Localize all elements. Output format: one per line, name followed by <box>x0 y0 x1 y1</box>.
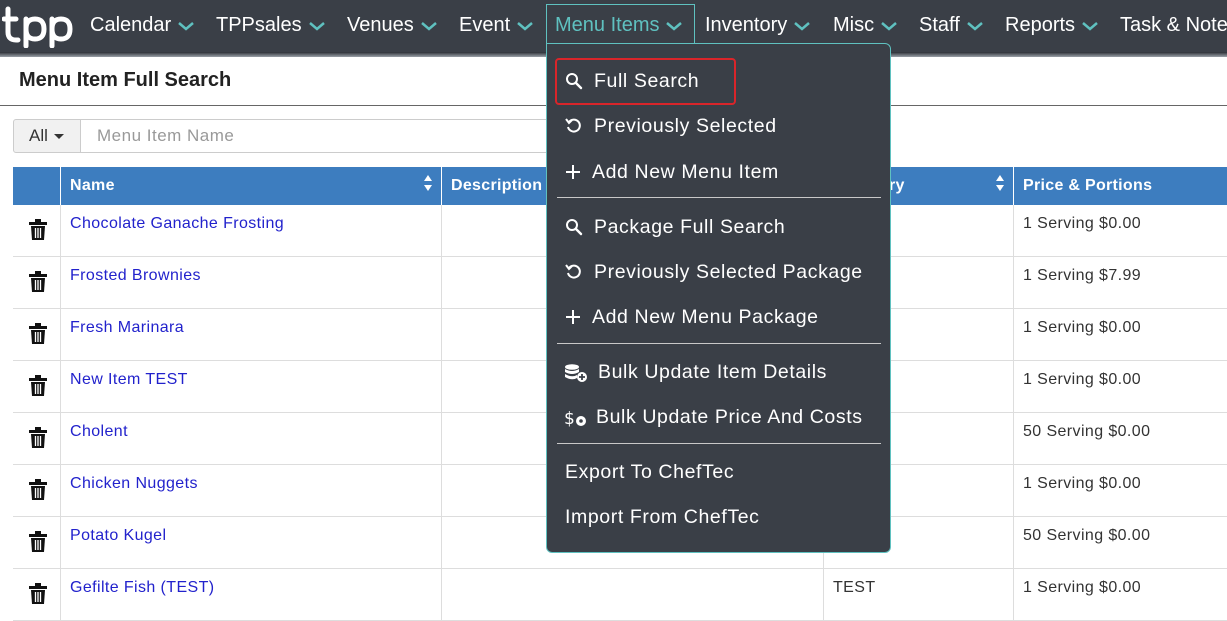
menu-divider <box>557 443 881 444</box>
nav-venues[interactable]: Venues <box>347 0 438 50</box>
item-name-link[interactable]: Chicken Nuggets <box>61 465 442 517</box>
item-name-link[interactable]: New Item TEST <box>61 361 442 413</box>
row-actions-cell <box>13 413 61 465</box>
menu-bulk-update-item-details-label: Bulk Update Item Details <box>598 361 827 383</box>
item-price-cell: 50 Serving $0.00 <box>1023 423 1151 440</box>
nav-staff[interactable]: Staff <box>919 0 984 50</box>
item-price-cell: 1 Serving $0.00 <box>1023 371 1142 388</box>
row-actions-cell <box>13 205 61 257</box>
menu-add-new-menu-item-label: Add New Menu Item <box>592 161 779 183</box>
trash-icon[interactable] <box>28 479 48 501</box>
dollar-gear-icon: $ <box>564 409 586 428</box>
plus-icon <box>566 165 580 179</box>
caret-down-icon <box>53 134 64 140</box>
column-header-price-portions[interactable]: Price & Portions <box>1014 167 1227 205</box>
nav-task-notes[interactable]: Task & Notes <box>1120 0 1227 50</box>
item-description-cell <box>442 569 824 621</box>
trash-icon[interactable] <box>28 271 48 293</box>
item-category-cell: TEST <box>824 569 1014 621</box>
page-title: Menu Item Full Search <box>19 69 232 91</box>
item-price-cell: 1 Serving $7.99 <box>1023 267 1142 284</box>
nav-calendar-label: Calendar <box>90 14 172 36</box>
nav-inventory-label: Inventory <box>705 14 788 36</box>
column-header-actions <box>13 167 61 205</box>
item-name-link[interactable]: Frosted Brownies <box>61 257 442 309</box>
nav-menu-items-label: Menu Items <box>555 14 660 36</box>
filter-dropdown-button[interactable]: All <box>13 119 81 153</box>
table-row: Gefilte Fish (TEST) TEST 1 Serving $0.00 <box>13 569 1227 621</box>
nav-event-label: Event <box>459 14 511 36</box>
menu-previously-selected-label: Previously Selected <box>594 115 777 137</box>
sort-icon[interactable] <box>995 174 1005 192</box>
chevron-down-icon <box>881 21 897 31</box>
trash-icon[interactable] <box>28 375 48 397</box>
database-plus-icon <box>565 364 587 382</box>
menu-import-cheftec-label: Import From ChefTec <box>565 506 760 528</box>
menu-divider <box>557 197 881 198</box>
trash-icon[interactable] <box>28 219 48 241</box>
row-actions-cell <box>13 309 61 361</box>
nav-calendar[interactable]: Calendar <box>90 0 195 50</box>
nav-reports[interactable]: Reports <box>1005 0 1099 50</box>
trash-icon[interactable] <box>28 427 48 449</box>
row-actions-cell <box>13 257 61 309</box>
sort-icon[interactable] <box>423 174 433 192</box>
column-header-name[interactable]: Name <box>61 167 442 205</box>
item-name-link[interactable]: Potato Kugel <box>61 517 442 569</box>
nav-tppsales[interactable]: TPPsales <box>216 0 326 50</box>
search-icon <box>566 219 583 236</box>
row-actions-cell <box>13 569 61 621</box>
column-header-name-label: Name <box>70 177 115 194</box>
history-icon <box>565 264 581 279</box>
item-price-cell: 1 Serving $0.00 <box>1023 319 1142 336</box>
chevron-down-icon <box>517 21 533 31</box>
menu-export-cheftec-label: Export To ChefTec <box>565 461 735 483</box>
nav-venues-label: Venues <box>347 14 414 36</box>
item-price-cell: 1 Serving $0.00 <box>1023 215 1142 232</box>
menu-bulk-update-price-costs-label: Bulk Update Price And Costs <box>596 406 863 428</box>
chevron-down-icon <box>666 21 683 31</box>
nav-task-notes-label: Task & Notes <box>1120 14 1227 36</box>
nav-misc-label: Misc <box>833 14 875 36</box>
item-name-link[interactable]: Gefilte Fish (TEST) <box>61 569 442 621</box>
chevron-down-icon <box>178 21 194 31</box>
menu-add-new-menu-package-label: Add New Menu Package <box>592 306 819 328</box>
chevron-down-icon <box>308 21 325 31</box>
column-header-description-label: Description <box>451 177 543 194</box>
nav-event[interactable]: Event <box>459 0 534 50</box>
nav-reports-label: Reports <box>1005 14 1076 36</box>
tpp-logo[interactable] <box>2 2 76 48</box>
menu-package-full-search-label: Package Full Search <box>594 216 786 238</box>
history-icon <box>565 118 581 133</box>
chevron-down-icon <box>966 21 983 31</box>
trash-icon[interactable] <box>28 583 48 605</box>
nav-tppsales-label: TPPsales <box>216 14 302 36</box>
trash-icon[interactable] <box>28 531 48 553</box>
highlight-annotation-box <box>555 58 736 105</box>
menu-items-dropdown: Full Search Previously Selected Add New … <box>546 43 891 553</box>
item-price-cell: 1 Serving $0.00 <box>1023 475 1142 492</box>
chevron-down-icon <box>794 21 811 31</box>
item-price-cell: 50 Serving $0.00 <box>1023 527 1151 544</box>
item-price-cell: 1 Serving $0.00 <box>1023 579 1142 596</box>
menu-previously-selected-package-label: Previously Selected Package <box>594 261 863 283</box>
trash-icon[interactable] <box>28 323 48 345</box>
item-name-link[interactable]: Chocolate Ganache Frosting <box>61 205 442 257</box>
menu-divider <box>557 343 881 344</box>
plus-icon <box>566 310 580 324</box>
chevron-down-icon <box>1082 21 1098 31</box>
menu-item-name-search-input[interactable] <box>81 119 561 153</box>
filter-label: All <box>29 126 48 145</box>
svg-text:$: $ <box>564 409 575 428</box>
nav-staff-label: Staff <box>919 14 960 36</box>
item-name-link[interactable]: Fresh Marinara <box>61 309 442 361</box>
column-header-price-label: Price & Portions <box>1023 177 1153 194</box>
row-actions-cell <box>13 465 61 517</box>
item-name-link[interactable]: Cholent <box>61 413 442 465</box>
row-actions-cell <box>13 517 61 569</box>
chevron-down-icon <box>420 21 437 31</box>
row-actions-cell <box>13 361 61 413</box>
